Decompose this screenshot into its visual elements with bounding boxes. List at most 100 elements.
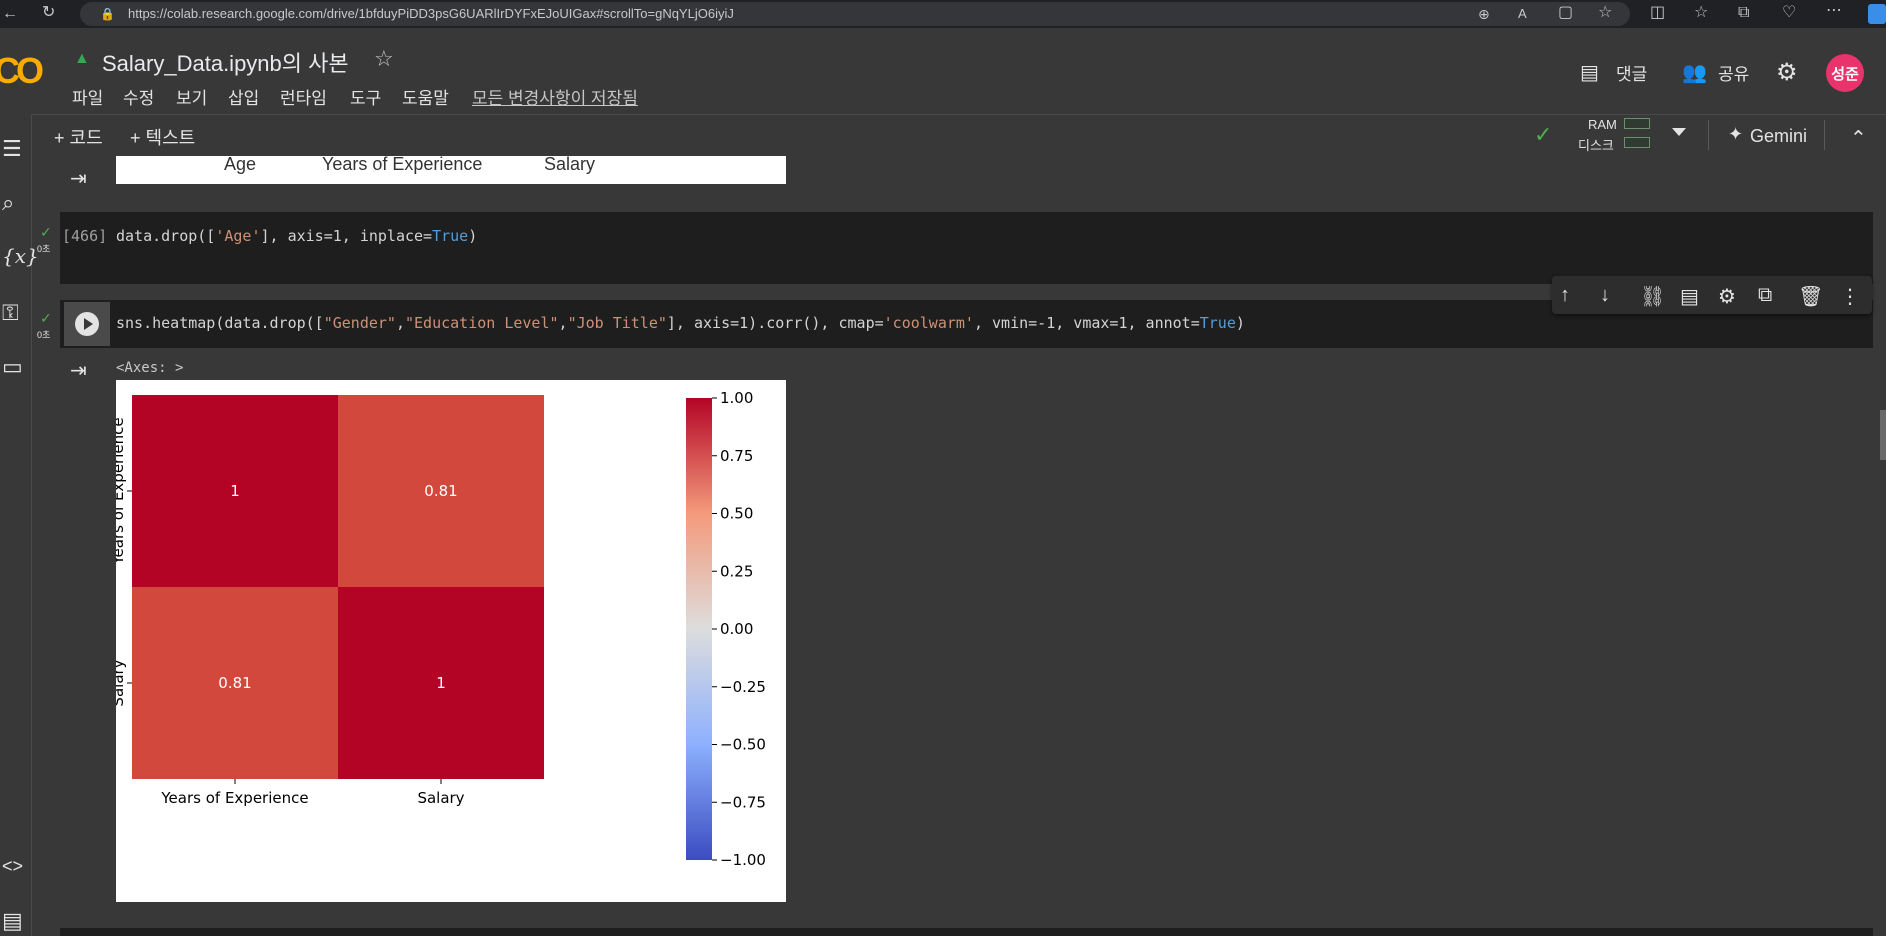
collapse-icon[interactable]: ⌄ (1850, 124, 1867, 149)
disk-label: 디스크 (1578, 138, 1614, 153)
gemini-button[interactable]: Gemini (1750, 126, 1807, 147)
table-header-experience: Years of Experience (322, 154, 483, 174)
add-code-button[interactable]: + 코드 (54, 124, 103, 150)
output-toggle-icon[interactable]: ⇥ (70, 166, 87, 191)
comment-icon[interactable]: ▤ (1580, 60, 1599, 85)
heatmap-figure: 1 0.81 0.81 1 Years of Experience Salary Years… (109, 380, 786, 902)
app-icon[interactable]: ▢ (1558, 5, 1573, 21)
next-cell-edge (60, 928, 1873, 936)
cell-annotation: 0.81 (218, 674, 251, 692)
colorbar-tick-label: 0.00 (720, 620, 753, 638)
search-icon[interactable]: ⌕ (2, 190, 14, 216)
colorbar-tick-label: 1.00 (720, 389, 753, 407)
notebook-title[interactable]: Salary_Data.ipynb의 사본 (102, 46, 349, 78)
copilot-icon[interactable] (1868, 4, 1886, 24)
menu-help[interactable]: 도움말 (402, 84, 449, 109)
cell-annotation: 1 (436, 674, 446, 692)
read-aloud-icon[interactable]: A (1518, 6, 1527, 22)
table-header-age: Age (224, 154, 257, 174)
add-text-button[interactable]: + 텍스트 (130, 124, 195, 150)
variables-icon[interactable]: {x} (2, 244, 39, 268)
comment-icon[interactable]: ▤ (1680, 284, 1699, 309)
heatmap-svg: 1 0.81 0.81 1 Years of Experience Salary Years… (109, 389, 766, 869)
colorbar-tick-label: −0.25 (720, 678, 766, 696)
share-button[interactable]: 공유 (1718, 60, 1749, 85)
avatar[interactable]: 성준 (1826, 54, 1864, 92)
disk-meter (1624, 137, 1650, 148)
menu-view[interactable]: 보기 (176, 84, 207, 109)
move-up-icon[interactable]: ↑ (1560, 284, 1570, 307)
move-down-icon[interactable]: ↓ (1600, 284, 1610, 307)
menu-edit[interactable]: 수정 (123, 84, 154, 109)
ram-meter (1624, 118, 1650, 129)
menu-insert[interactable]: 삽입 (228, 84, 259, 109)
cell-exec-time: 0초 (37, 244, 51, 254)
run-cell-button[interactable] (64, 302, 110, 346)
more-icon[interactable]: ⋯ (1826, 3, 1842, 19)
x-tick-label: Salary (417, 789, 464, 807)
colorbar-tick-label: −0.75 (720, 793, 766, 811)
colab-logo[interactable]: CO (0, 50, 44, 92)
cell-success-check-icon: ✓ (40, 310, 52, 326)
health-icon[interactable]: ♡ (1782, 5, 1796, 21)
drive-icon: ▲ (74, 50, 90, 67)
back-icon[interactable]: ← (2, 6, 18, 22)
toc-icon[interactable]: ☰ (2, 136, 22, 162)
menu-runtime[interactable]: 런타임 (280, 84, 327, 109)
table-header-salary: Salary (544, 154, 596, 174)
collections-icon[interactable]: ⧉ (1738, 5, 1749, 21)
colorbar-tick-label: 0.75 (720, 447, 753, 465)
menu-tools[interactable]: 도구 (350, 84, 381, 109)
reload-icon[interactable]: ↻ (42, 5, 55, 21)
comment-button[interactable]: 댓글 (1616, 60, 1647, 85)
colorbar-tick-label: −0.50 (720, 736, 766, 754)
cell-annotation: 1 (230, 482, 240, 500)
y-tick-label: Years of Experience (116, 417, 127, 565)
play-icon (75, 312, 99, 336)
terminal-icon[interactable]: ▤ (2, 908, 23, 934)
connected-check-icon[interactable]: ✓ (1534, 122, 1552, 148)
output-text: <Axes: > (116, 360, 184, 376)
toolbar-divider (1824, 120, 1825, 150)
output-toggle-icon[interactable]: ⇥ (70, 358, 87, 383)
cell-code-line[interactable]: sns.heatmap(data.drop(["Gender","Educati… (116, 314, 1245, 332)
left-sidebar (0, 114, 32, 936)
colorbar-tick-label: −1.00 (720, 851, 766, 869)
cell-success-check-icon: ✓ (40, 224, 52, 240)
favorites-icon[interactable]: ☆ (1694, 5, 1708, 21)
star-icon[interactable]: ☆ (374, 46, 394, 72)
x-tick-label: Years of Experience (160, 789, 308, 807)
gemini-icon[interactable]: ✦ (1728, 124, 1743, 145)
scrollbar-thumb[interactable] (1880, 410, 1886, 460)
save-status[interactable]: 모든 변경사항이 저장됨 (472, 84, 638, 109)
menu-file[interactable]: 파일 (72, 84, 103, 109)
cell-code-line[interactable]: data.drop(['Age'], axis=1, inplace=True) (116, 227, 477, 245)
settings-gear-icon[interactable]: ⚙ (1776, 58, 1798, 87)
people-icon[interactable]: 👥 (1682, 60, 1707, 85)
secrets-key-icon[interactable]: ⚿ (2, 300, 19, 326)
code-cell[interactable] (60, 212, 1873, 284)
lock-icon[interactable]: 🔒 (100, 6, 115, 22)
split-screen-icon[interactable]: ◫ (1650, 5, 1665, 21)
y-tick-label: Salary (116, 659, 127, 706)
more-vert-icon[interactable]: ⋮ (1840, 284, 1860, 309)
code-snippets-icon[interactable]: <> (2, 856, 23, 877)
runtime-dropdown-icon[interactable] (1672, 128, 1686, 136)
exec-count: [466] (62, 227, 108, 245)
colorbar-tick-label: 0.50 (720, 505, 753, 523)
delete-trash-icon[interactable]: 🗑 (1798, 284, 1823, 309)
favorite-star-icon[interactable]: ☆ (1598, 5, 1612, 21)
files-folder-icon[interactable]: ▭ (2, 354, 23, 380)
toolbar-divider (1708, 120, 1709, 150)
browser-toolbar: ← ↻ 🔒 https://colab.research.google.com/… (0, 0, 1886, 28)
url-text[interactable]: https://colab.research.google.com/drive/… (128, 6, 734, 21)
link-icon[interactable]: ⛓ (1640, 284, 1665, 309)
colorbar-tick-label: 0.25 (720, 562, 753, 580)
ram-label: RAM (1588, 117, 1617, 132)
cell-annotation: 0.81 (424, 482, 457, 500)
cell-exec-time: 0초 (37, 330, 51, 340)
colorbar (686, 398, 712, 860)
zoom-icon[interactable]: ⊕ (1478, 6, 1490, 22)
mirror-cell-icon[interactable]: ⧉ (1758, 284, 1772, 307)
cell-settings-gear-icon[interactable]: ⚙ (1718, 284, 1736, 309)
